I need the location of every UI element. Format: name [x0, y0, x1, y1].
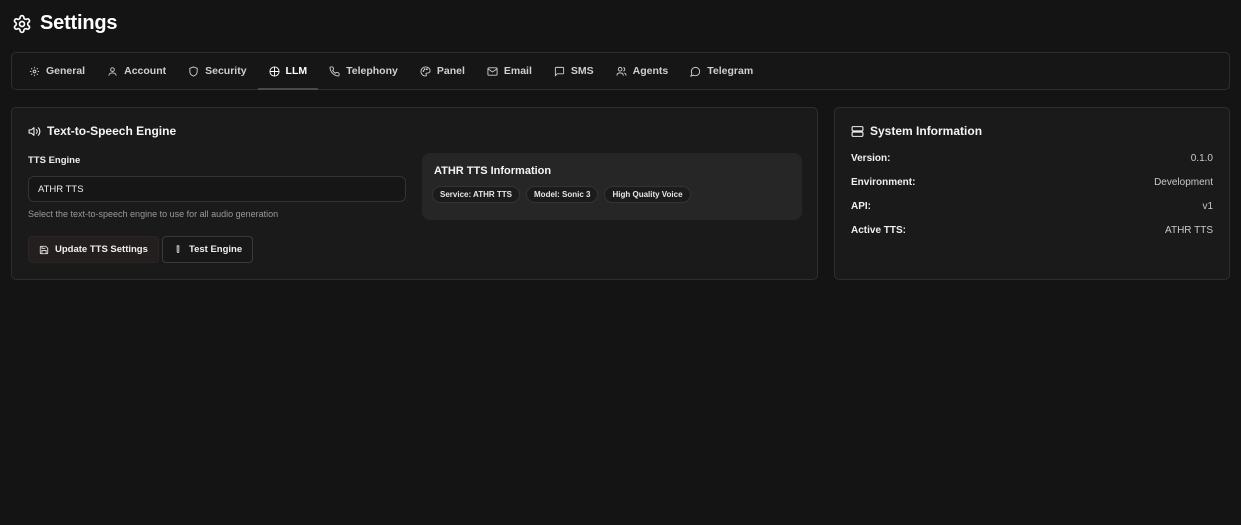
save-icon — [39, 245, 49, 254]
page-title: Settings — [40, 12, 118, 34]
server-icon — [851, 125, 864, 137]
system-row-environment: Environment: Development — [851, 177, 1213, 201]
phone-icon — [329, 65, 340, 76]
test-engine-label: Test Engine — [189, 244, 243, 255]
system-info-list: Version: 0.1.0 Environment: Development … — [851, 153, 1213, 249]
message-icon — [554, 66, 564, 77]
system-row-version: Version: 0.1.0 — [851, 153, 1213, 177]
tab-label: Email — [503, 65, 532, 77]
globe-icon — [269, 65, 280, 77]
gear-icon — [12, 14, 32, 34]
row-key: API: — [851, 201, 871, 212]
settings-tabs: General Account Security LLM Telephony P… — [11, 52, 1230, 90]
speaker-icon — [28, 126, 41, 136]
tts-title-text: Text-to-Speech Engine — [47, 124, 177, 138]
row-value: v1 — [1202, 201, 1213, 212]
system-title-text: System Information — [870, 124, 983, 138]
row-key: Active TTS: — [851, 225, 907, 236]
tts-engine-value: ATHR TTS — [38, 183, 84, 195]
row-value: ATHR TTS — [1165, 225, 1213, 236]
test-tube-icon — [176, 244, 180, 253]
test-engine-button[interactable]: Test Engine — [162, 236, 254, 263]
tts-engine-label: TTS Engine — [28, 155, 81, 166]
settings-page: Settings General Account Security LLM Te… — [0, 0, 1241, 525]
row-value: Development — [1154, 177, 1213, 188]
tab-account[interactable]: Account — [96, 53, 177, 89]
tts-info-title: ATHR TTS Information — [434, 165, 552, 177]
row-key: Version: — [851, 153, 891, 164]
update-tts-settings-button[interactable]: Update TTS Settings — [28, 236, 159, 263]
quality-badge: High Quality Voice — [604, 186, 691, 203]
tab-label: SMS — [570, 65, 594, 77]
tab-label: General — [46, 65, 86, 77]
tts-info-panel: ATHR TTS Information Service: ATHR TTS M… — [422, 153, 802, 220]
service-badge: Service: ATHR TTS — [432, 186, 521, 203]
tab-telegram[interactable]: Telegram — [679, 53, 764, 89]
gear-icon — [29, 66, 40, 76]
system-card-title: System Information — [851, 124, 982, 138]
tts-engine-select[interactable]: ATHR TTS — [28, 176, 406, 202]
tab-agents[interactable]: Agents — [605, 53, 680, 89]
tab-security[interactable]: Security — [177, 53, 257, 89]
row-key: Environment: — [851, 177, 916, 188]
system-row-api: API: v1 — [851, 201, 1213, 225]
tab-label: Account — [124, 65, 167, 77]
tab-label: Security — [205, 65, 247, 77]
tts-engine-card: Text-to-Speech Engine TTS Engine ATHR TT… — [11, 107, 818, 280]
tab-label: Telegram — [707, 65, 754, 77]
tab-telephony[interactable]: Telephony — [318, 53, 409, 89]
tab-label: Telephony — [346, 65, 398, 77]
tts-engine-help: Select the text-to-speech engine to use … — [28, 209, 279, 219]
chat-bubble-icon — [690, 66, 701, 77]
tts-card-title: Text-to-Speech Engine — [28, 124, 176, 138]
tts-info-badges: Service: ATHR TTS Model: Sonic 3 High Qu… — [432, 186, 691, 203]
user-icon — [108, 66, 117, 76]
tab-label: Panel — [436, 65, 465, 77]
palette-icon — [420, 65, 431, 77]
tab-email[interactable]: Email — [476, 53, 543, 89]
shield-icon — [189, 65, 198, 77]
mail-icon — [487, 66, 498, 76]
tab-panel[interactable]: Panel — [409, 53, 476, 89]
system-row-active-tts: Active TTS: ATHR TTS — [851, 225, 1213, 249]
update-tts-label: Update TTS Settings — [55, 244, 148, 255]
row-value: 0.1.0 — [1190, 153, 1213, 164]
model-badge: Model: Sonic 3 — [526, 186, 599, 203]
system-information-card: System Information Version: 0.1.0 Enviro… — [834, 107, 1230, 280]
tab-label: LLM — [285, 65, 308, 77]
tab-general[interactable]: General — [18, 53, 96, 89]
tab-llm[interactable]: LLM — [257, 53, 319, 90]
tab-sms[interactable]: SMS — [543, 53, 605, 89]
page-header: Settings — [12, 12, 117, 35]
tab-label: Agents — [632, 65, 669, 77]
users-icon — [616, 66, 627, 76]
